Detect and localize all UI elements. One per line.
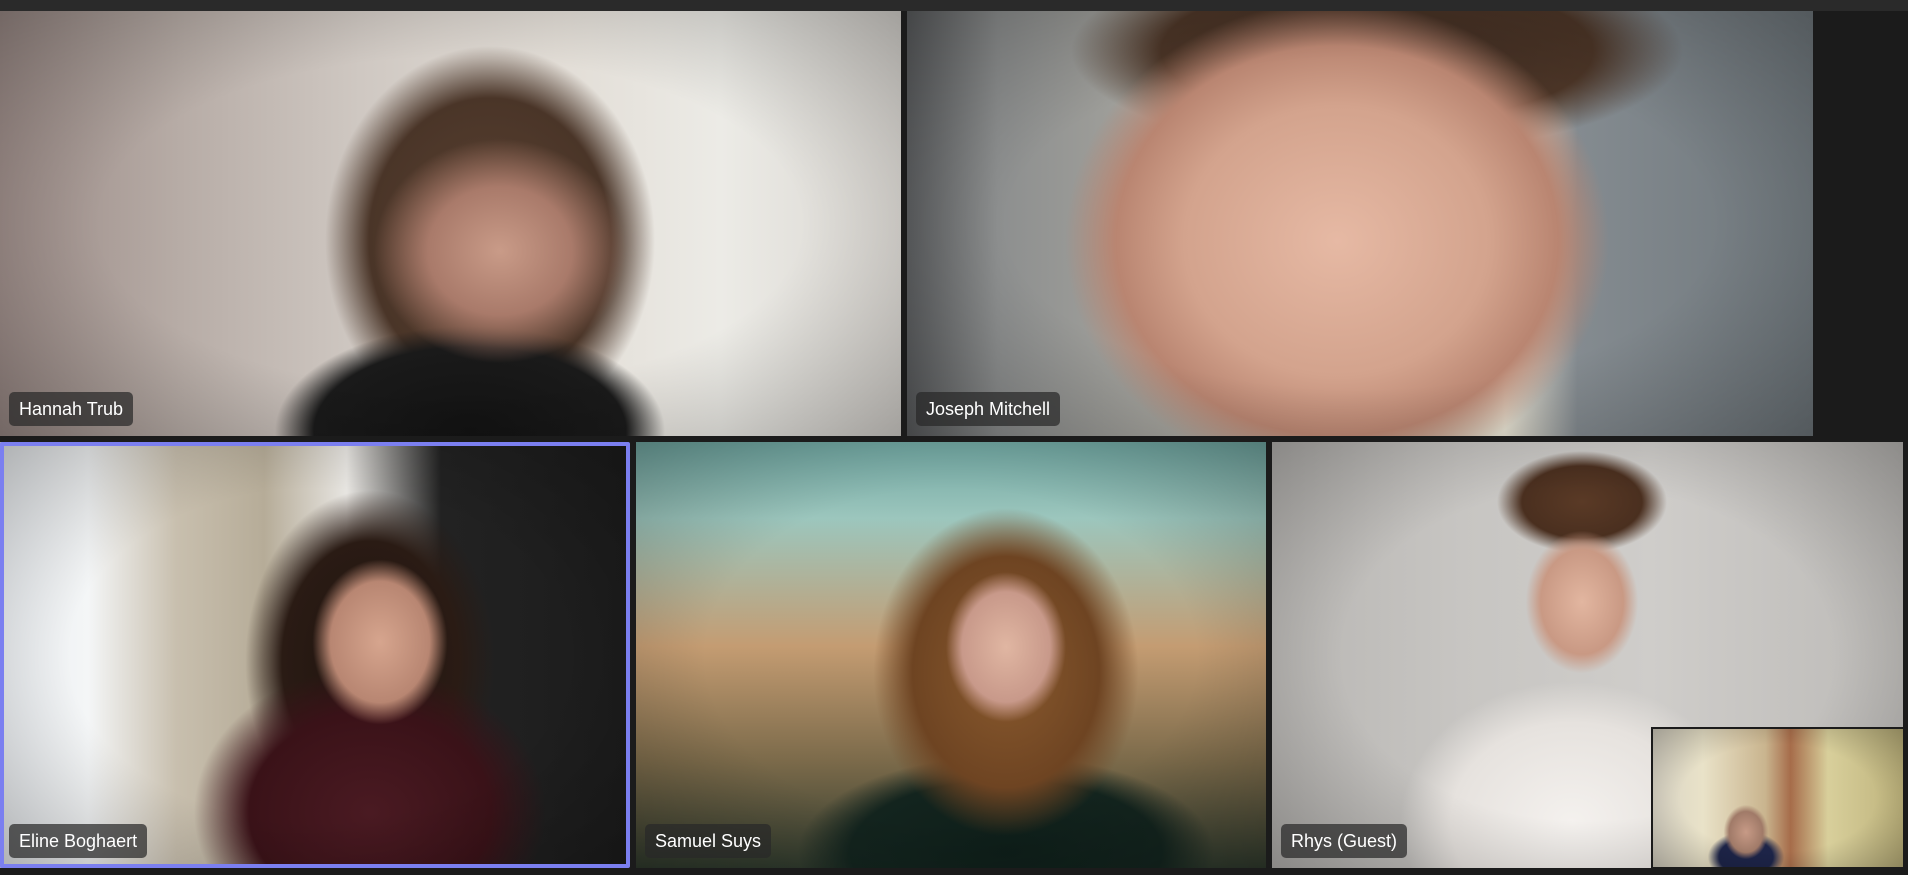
- participant-tile-joseph-mitchell[interactable]: Joseph Mitchell: [907, 11, 1813, 436]
- participant-tile-samuel-suys[interactable]: Samuel Suys: [636, 442, 1266, 868]
- participant-video: [0, 442, 630, 868]
- self-video: [1653, 729, 1903, 867]
- participant-video: [907, 11, 1813, 436]
- participant-name-tag: Eline Boghaert: [9, 824, 148, 858]
- participant-tile-hannah-trub[interactable]: Hannah Trub: [0, 11, 901, 436]
- participant-tile-eline-boghaert[interactable]: Eline Boghaert: [0, 442, 630, 868]
- participant-name-tag: Hannah Trub: [9, 392, 134, 426]
- participant-name-tag: Joseph Mitchell: [916, 392, 1061, 426]
- participant-video: [636, 442, 1266, 868]
- meeting-gallery: Hannah Trub Joseph Mitchell Eline Boghae…: [0, 0, 1908, 875]
- participant-video: [0, 11, 901, 436]
- top-bar: [0, 0, 1908, 11]
- self-view-video[interactable]: [1651, 727, 1905, 869]
- participant-name-tag: Samuel Suys: [645, 824, 772, 858]
- participant-name-tag: Rhys (Guest): [1281, 824, 1408, 858]
